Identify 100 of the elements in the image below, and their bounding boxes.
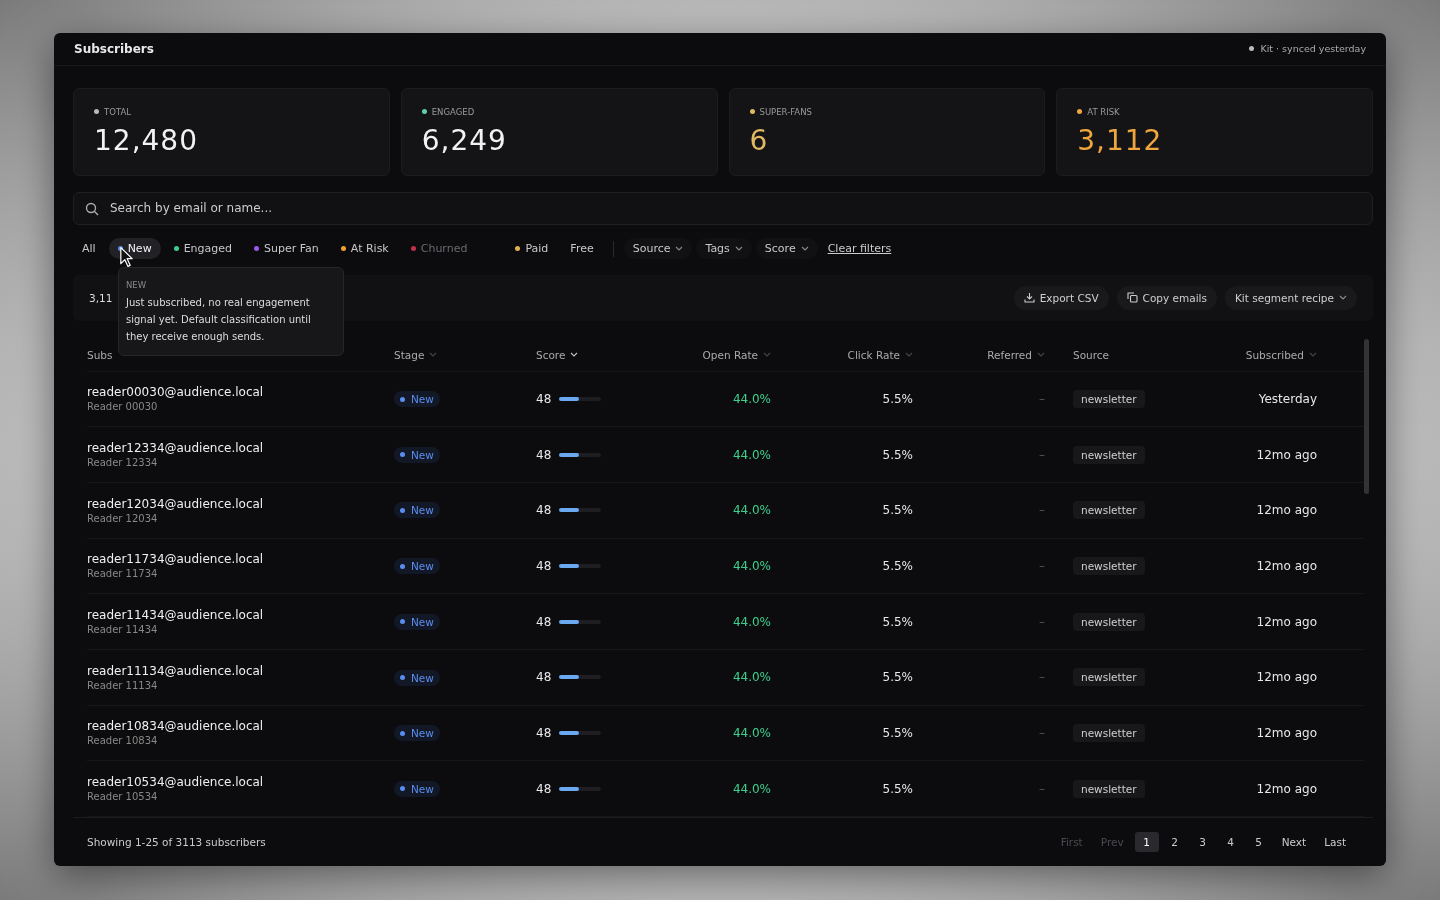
column-header[interactable]: Stage bbox=[394, 348, 536, 361]
stage-badge: New bbox=[394, 669, 440, 686]
filter-chip[interactable]: Super Fan bbox=[245, 238, 328, 259]
column-header[interactable]: Referred bbox=[913, 348, 1045, 361]
subscriber-name: Reader 11134 bbox=[87, 679, 159, 691]
stage-badge: New bbox=[394, 391, 440, 408]
clear-filters-link[interactable]: Clear filters bbox=[827, 242, 892, 255]
referred-count: – bbox=[1039, 781, 1045, 796]
filter-chip[interactable]: All bbox=[73, 238, 105, 259]
stat-label: AT RISK bbox=[1077, 106, 1352, 117]
page-button[interactable]: 3 bbox=[1190, 832, 1215, 852]
stat-value: 6 bbox=[749, 123, 770, 157]
subscriber-name: Reader 00030 bbox=[87, 401, 159, 413]
subscribed-date: 12mo ago bbox=[1256, 725, 1317, 740]
stat-value: 12,480 bbox=[94, 123, 199, 157]
page-button[interactable]: Next bbox=[1274, 832, 1314, 852]
column-header[interactable]: Open Rate bbox=[686, 348, 771, 361]
sort-caret-icon bbox=[905, 352, 913, 357]
page-button[interactable]: 5 bbox=[1246, 832, 1271, 852]
score-value: 48 bbox=[536, 558, 552, 573]
score-bar bbox=[559, 730, 602, 735]
column-header[interactable]: Click Rate bbox=[771, 348, 913, 361]
source-tag: newsletter bbox=[1073, 501, 1145, 520]
referred-count: – bbox=[1039, 725, 1045, 740]
subscriber-email[interactable]: reader11734@audience.local bbox=[87, 552, 394, 567]
source-tag: newsletter bbox=[1073, 612, 1145, 631]
subscriber-email[interactable]: reader10834@audience.local bbox=[87, 719, 394, 734]
page-button[interactable]: 4 bbox=[1218, 832, 1243, 852]
subscribed-date: Yesterday bbox=[1258, 391, 1317, 406]
caret-icon bbox=[800, 246, 809, 251]
score-bar bbox=[559, 786, 602, 791]
score-value: 48 bbox=[536, 447, 552, 462]
column-header[interactable]: Source bbox=[1045, 348, 1200, 361]
subscriber-name: Reader 10534 bbox=[87, 791, 159, 803]
stage-badge: New bbox=[394, 558, 440, 575]
score-value: 48 bbox=[536, 670, 552, 685]
action-button[interactable]: Kit segment recipe bbox=[1225, 285, 1357, 310]
open-rate: 44.0% bbox=[732, 670, 771, 685]
filter-chip[interactable]: Paid bbox=[506, 238, 558, 259]
action-button[interactable]: Export CSV bbox=[1013, 285, 1109, 310]
scrollbar[interactable] bbox=[1364, 338, 1369, 494]
filter-chip[interactable]: At Risk bbox=[331, 238, 398, 259]
stage-badge: New bbox=[394, 613, 440, 630]
score-bar bbox=[559, 563, 602, 568]
filter-dropdown[interactable]: Source bbox=[623, 238, 693, 259]
subscriber-email[interactable]: reader00030@audience.local bbox=[87, 385, 394, 400]
click-rate: 5.5% bbox=[882, 781, 913, 796]
score-bar bbox=[559, 396, 602, 401]
stat-label: TOTAL bbox=[94, 106, 369, 117]
page-button[interactable]: Last bbox=[1317, 832, 1353, 852]
subscriber-email[interactable]: reader12334@audience.local bbox=[87, 441, 394, 456]
subscriber-email[interactable]: reader11134@audience.local bbox=[87, 663, 394, 678]
click-rate: 5.5% bbox=[882, 391, 913, 406]
subscribed-date: 12mo ago bbox=[1256, 781, 1317, 796]
open-rate: 44.0% bbox=[732, 447, 771, 462]
filter-chip[interactable]: New bbox=[108, 238, 161, 259]
subscribed-date: 12mo ago bbox=[1256, 447, 1317, 462]
subscriber-email[interactable]: reader10534@audience.local bbox=[87, 775, 394, 790]
stat-value: 6,249 bbox=[421, 123, 508, 157]
tooltip-text: Just subscribed, no real engagement signal yet. Default classification until they receive enough sends. bbox=[126, 295, 312, 344]
subscriber-email[interactable]: reader11434@audience.local bbox=[87, 608, 394, 623]
stage-badge: New bbox=[394, 502, 440, 519]
source-tag: newsletter bbox=[1073, 445, 1145, 464]
page-button[interactable]: 1 bbox=[1134, 832, 1159, 852]
score-value: 48 bbox=[536, 725, 552, 740]
filter-chip[interactable]: Engaged bbox=[164, 238, 242, 259]
stat-label: SUPER-FANS bbox=[749, 106, 1025, 117]
filter-chip[interactable]: Free bbox=[561, 238, 603, 259]
filter-dropdown[interactable]: Tags bbox=[696, 238, 752, 259]
subscriber-name: Reader 11734 bbox=[87, 568, 159, 580]
referred-count: – bbox=[1039, 391, 1045, 406]
page-button[interactable]: 2 bbox=[1162, 832, 1187, 852]
open-rate: 44.0% bbox=[732, 614, 771, 629]
column-header[interactable]: Subscribed bbox=[1200, 348, 1317, 361]
referred-count: – bbox=[1039, 558, 1045, 573]
sort-caret-icon bbox=[429, 352, 438, 357]
caret-icon bbox=[675, 246, 684, 251]
sort-caret-icon bbox=[763, 352, 771, 357]
result-count: 3,11 bbox=[89, 291, 113, 304]
score-bar bbox=[559, 452, 602, 457]
click-rate: 5.5% bbox=[882, 558, 913, 573]
subscriber-email[interactable]: reader12034@audience.local bbox=[87, 496, 394, 511]
sort-caret-icon bbox=[1309, 352, 1317, 357]
copy-icon bbox=[1126, 292, 1138, 303]
subscribed-date: 12mo ago bbox=[1256, 503, 1317, 518]
search-field[interactable]: Search by email or name... bbox=[73, 191, 1373, 225]
pagination-summary: Showing 1-25 of 3113 subscribers bbox=[87, 836, 266, 848]
source-tag: newsletter bbox=[1073, 389, 1145, 408]
open-rate: 44.0% bbox=[732, 725, 771, 740]
stage-badge: New bbox=[394, 780, 440, 797]
subscriber-name: Reader 11434 bbox=[87, 624, 159, 636]
column-header[interactable]: Score bbox=[536, 348, 686, 361]
score-value: 48 bbox=[536, 391, 552, 406]
subscriber-name: Reader 12034 bbox=[87, 512, 159, 524]
subscriber-name: Reader 12334 bbox=[87, 457, 159, 469]
tooltip-title: NEW bbox=[126, 279, 148, 290]
action-button[interactable]: Copy emails bbox=[1116, 285, 1217, 310]
subscribed-date: 12mo ago bbox=[1256, 558, 1317, 573]
referred-count: – bbox=[1039, 503, 1045, 518]
filter-dropdown[interactable]: Score bbox=[755, 238, 818, 259]
